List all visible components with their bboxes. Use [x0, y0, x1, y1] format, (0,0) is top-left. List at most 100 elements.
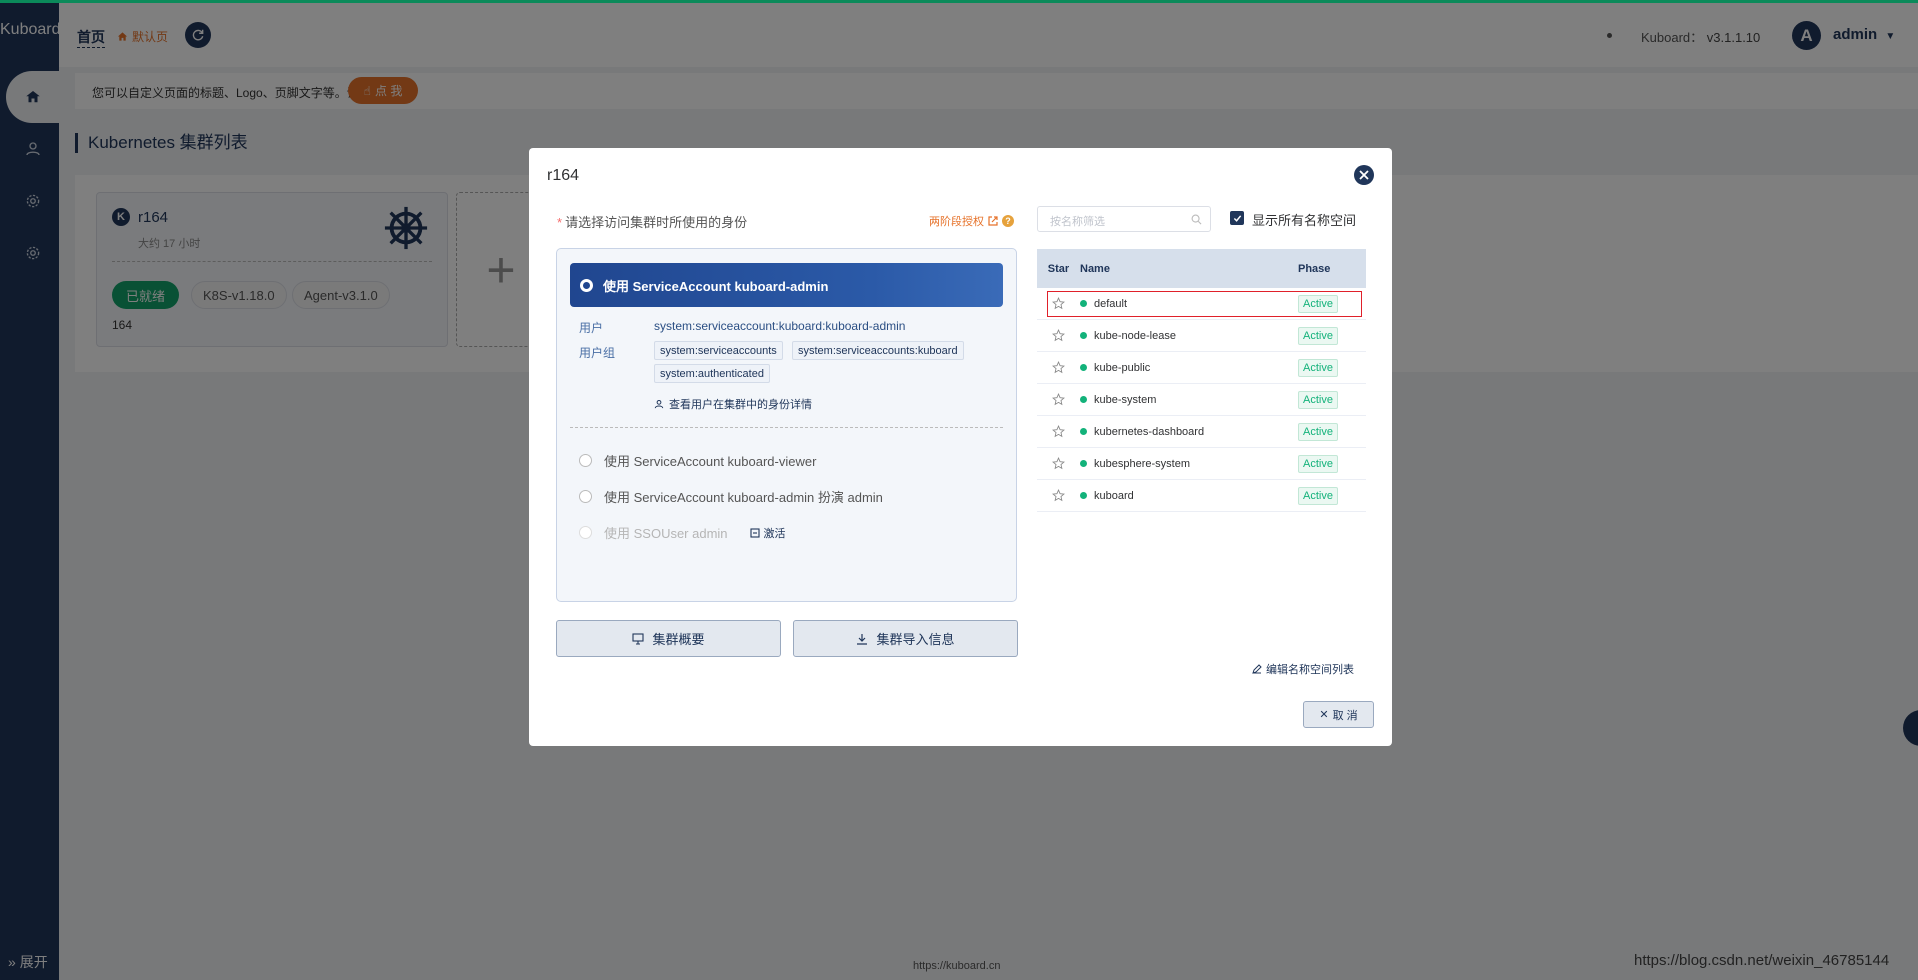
namespace-cell: kubernetes-dashboard: [1080, 426, 1298, 438]
user-icon: [654, 399, 664, 409]
two-step-auth-link[interactable]: 两阶段授权 ?: [929, 213, 1014, 229]
star-icon: [1052, 393, 1065, 406]
close-button[interactable]: [1354, 165, 1374, 185]
column-phase: Phase: [1298, 262, 1331, 275]
table-row[interactable]: default Active: [1037, 288, 1366, 320]
identity-label: * 请选择访问集群时所使用的身份: [557, 212, 747, 231]
cluster-import-info-button[interactable]: 集群导入信息: [793, 620, 1018, 657]
cluster-overview-button[interactable]: 集群概要: [556, 620, 781, 657]
view-detail-label: 查看用户在集群中的身份详情: [669, 399, 812, 411]
check-icon: [1233, 214, 1241, 222]
search-placeholder: 按名称筛选: [1050, 216, 1105, 228]
required-marker: *: [557, 215, 563, 230]
cancel-label: 取 消: [1332, 709, 1358, 722]
options-divider: [570, 427, 1003, 428]
phase-badge: Active: [1298, 294, 1338, 313]
namespace-search-input[interactable]: 按名称筛选: [1037, 206, 1211, 232]
user-label: 用户: [579, 321, 604, 335]
star-icon: [1052, 361, 1065, 374]
star-toggle[interactable]: [1037, 457, 1080, 470]
star-toggle[interactable]: [1037, 425, 1080, 438]
table-row[interactable]: kuboard Active: [1037, 480, 1366, 512]
table-row[interactable]: kubesphere-system Active: [1037, 448, 1366, 480]
option-label: 使用 SSOUser admin: [604, 526, 728, 541]
search-icon: [1191, 214, 1202, 225]
star-toggle[interactable]: [1037, 329, 1080, 342]
star-icon: [1052, 457, 1065, 470]
option-label: 使用 ServiceAccount kuboard-admin: [603, 278, 829, 294]
close-icon: ✕: [1319, 709, 1329, 721]
radio-selected: [580, 278, 593, 292]
dashboard-icon: [632, 632, 645, 645]
star-toggle[interactable]: [1037, 297, 1080, 310]
group-label: 用户组: [579, 346, 616, 360]
star-toggle[interactable]: [1037, 393, 1080, 406]
phase-cell: Active: [1298, 294, 1366, 313]
star-icon: [1052, 489, 1065, 502]
identity-option-kuboard-admin[interactable]: 使用 ServiceAccount kuboard-admin: [570, 263, 1003, 307]
show-all-namespaces-checkbox[interactable]: [1230, 211, 1244, 225]
phase-badge: Active: [1298, 454, 1338, 473]
phase-cell: Active: [1298, 358, 1366, 377]
identity-option-kuboard-viewer[interactable]: 使用 ServiceAccount kuboard-viewer: [579, 451, 816, 470]
help-icon[interactable]: ?: [1002, 215, 1014, 227]
namespace-cell: kuboard: [1080, 490, 1298, 502]
namespace-cell: kube-system: [1080, 394, 1298, 406]
radio-unselected: [579, 490, 592, 503]
download-icon: [857, 633, 868, 645]
external-link-icon: [988, 216, 998, 226]
active-dot: [1080, 396, 1087, 403]
column-name: Name: [1080, 262, 1110, 275]
table-row[interactable]: kube-system Active: [1037, 384, 1366, 416]
active-dot: [1080, 492, 1087, 499]
edit-namespace-list-link[interactable]: 编辑名称空间列表: [1252, 661, 1354, 677]
namespace-name: kube-public: [1094, 361, 1151, 374]
active-dot: [1080, 364, 1087, 371]
activate-icon: [749, 527, 760, 538]
active-dot: [1080, 300, 1087, 307]
table-row[interactable]: kube-node-lease Active: [1037, 320, 1366, 352]
show-all-namespaces-label[interactable]: 显示所有名称空间: [1252, 210, 1356, 229]
phase-badge: Active: [1298, 422, 1338, 441]
cancel-button[interactable]: ✕ 取 消: [1303, 701, 1374, 728]
star-toggle[interactable]: [1037, 489, 1080, 502]
view-identity-detail-link[interactable]: 查看用户在集群中的身份详情: [654, 396, 812, 412]
namespace-name: kube-node-lease: [1094, 329, 1176, 342]
namespace-name: kubernetes-dashboard: [1094, 425, 1205, 438]
radio-disabled: [579, 526, 592, 539]
two-step-label: 两阶段授权: [929, 216, 984, 228]
phase-badge: Active: [1298, 486, 1338, 505]
phase-cell: Active: [1298, 486, 1366, 505]
cluster-access-dialog: r164 * 请选择访问集群时所使用的身份 两阶段授权 ? 使用 ServiceA…: [529, 148, 1392, 746]
activate-label: 激活: [763, 527, 786, 540]
identity-option-impersonate-admin[interactable]: 使用 ServiceAccount kuboard-admin 扮演 admin: [579, 487, 883, 506]
top-accent-line: [0, 0, 1918, 3]
namespace-table: Star Name Phase default Active kube-node-l…: [1037, 249, 1366, 512]
edit-icon: [1252, 664, 1262, 674]
option-label: 使用 ServiceAccount kuboard-viewer: [604, 454, 817, 469]
identity-option-sso-user: 使用 SSOUser admin 激活: [579, 523, 786, 542]
star-toggle[interactable]: [1037, 361, 1080, 374]
group-tag: system:serviceaccounts:kuboard: [792, 341, 964, 360]
group-tag: system:serviceaccounts: [654, 341, 783, 360]
namespace-name: kuboard: [1094, 489, 1134, 502]
close-icon: [1359, 170, 1369, 180]
namespace-cell: kubesphere-system: [1080, 458, 1298, 470]
dialog-title: r164: [547, 167, 580, 184]
group-tag: system:authenticated: [654, 364, 770, 383]
identity-options: 使用 ServiceAccount kuboard-admin 用户 syste…: [556, 248, 1017, 602]
phase-cell: Active: [1298, 326, 1366, 345]
user-value: system:serviceaccount:kuboard:kuboard-ad…: [654, 319, 906, 333]
active-dot: [1080, 428, 1087, 435]
namespace-cell: default: [1080, 298, 1298, 310]
active-dot: [1080, 332, 1087, 339]
table-body: default Active kube-node-lease Active kube-p…: [1037, 288, 1366, 512]
activate-link[interactable]: 激活: [749, 525, 786, 541]
star-icon: [1052, 329, 1065, 342]
table-row[interactable]: kubernetes-dashboard Active: [1037, 416, 1366, 448]
column-star: Star: [1047, 262, 1070, 275]
table-row[interactable]: kube-public Active: [1037, 352, 1366, 384]
phase-badge: Active: [1298, 358, 1338, 377]
namespace-name: kubesphere-system: [1094, 457, 1190, 470]
table-header: Star Name Phase: [1037, 249, 1366, 288]
